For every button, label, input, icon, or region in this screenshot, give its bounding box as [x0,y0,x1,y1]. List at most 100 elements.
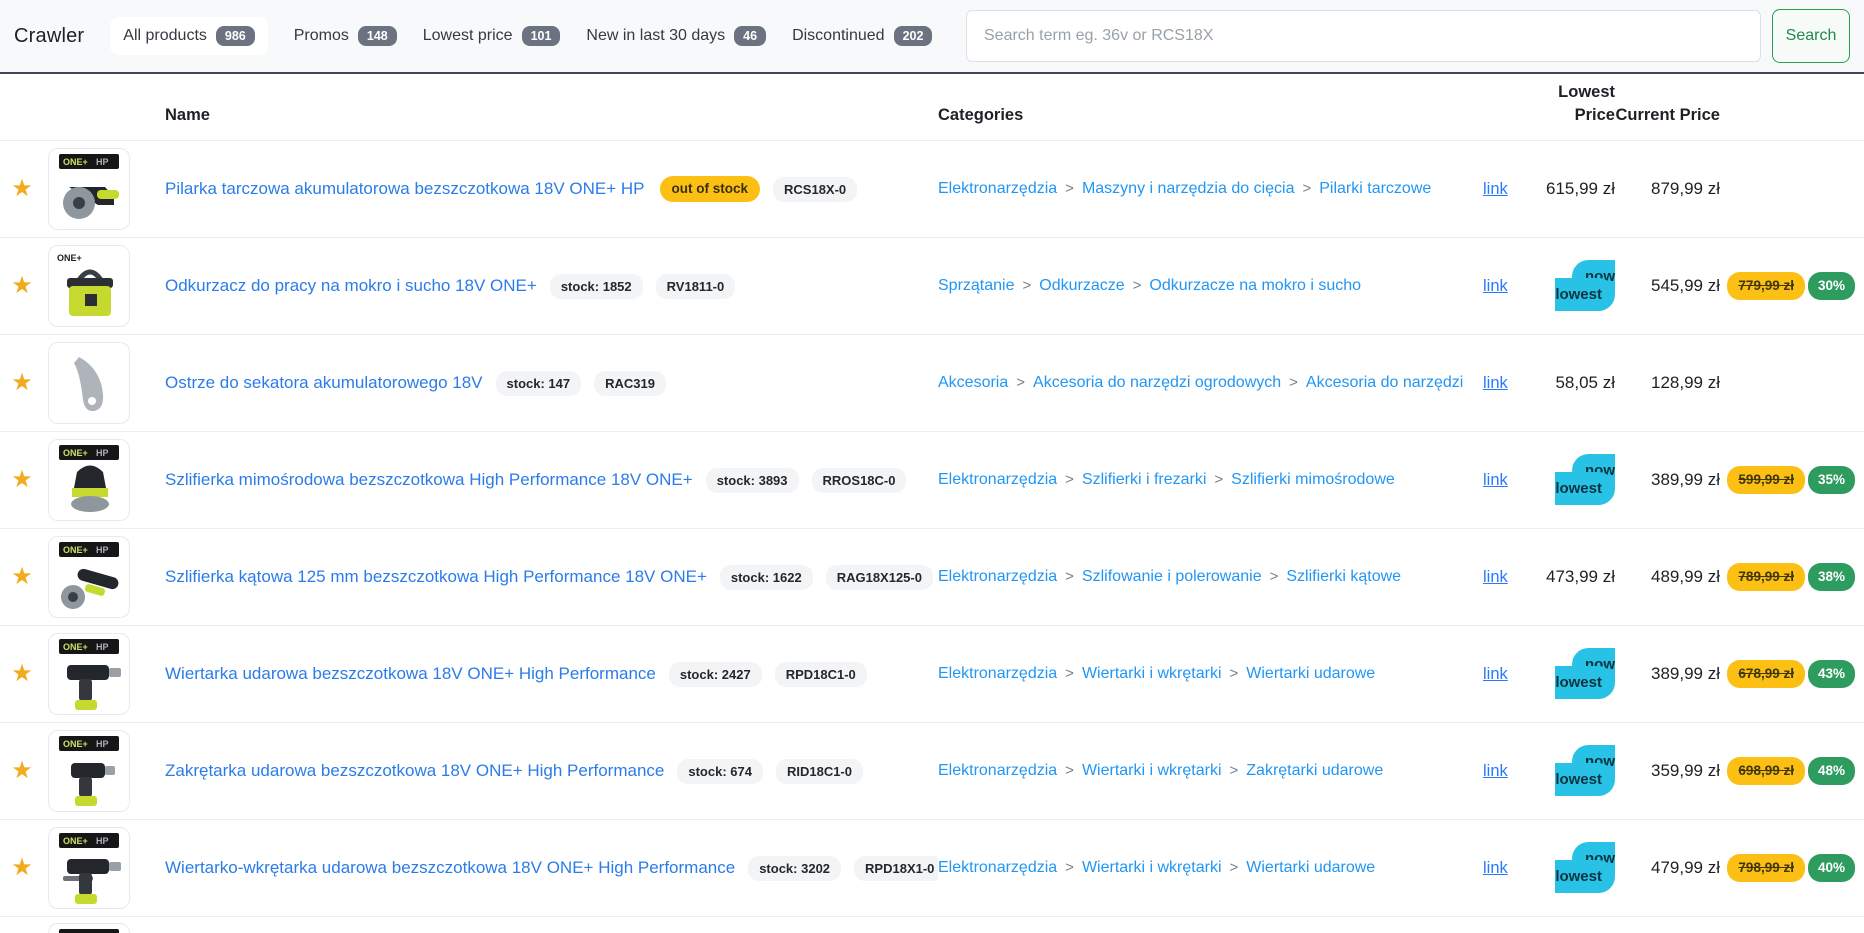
product-name-link[interactable]: Odkurzacz do pracy na mokro i sucho 18V … [165,276,537,296]
favorite-star-icon[interactable]: ★ [11,563,33,590]
favorite-star-icon[interactable]: ★ [11,272,33,299]
svg-text:HP: HP [96,739,109,749]
product-link[interactable]: link [1483,374,1508,392]
product-name-link[interactable]: Ostrze do sekatora akumulatorowego 18V [165,373,483,393]
discount-badge: 48% [1808,757,1855,785]
promo-cell: 779,99 zł 30% [1720,272,1855,300]
tab-label: Discontinued [792,27,885,45]
stock-badge: stock: 3202 [748,856,841,881]
current-price: 359,99 zł [1651,761,1720,780]
favorite-star-icon[interactable]: ★ [11,660,33,687]
product-link[interactable]: link [1483,180,1508,198]
category-link[interactable]: Akcesoria do narzędzi [1306,374,1463,391]
old-price-badge: 779,99 zł [1727,272,1805,300]
category-link[interactable]: Wiertarki i wkrętarki [1082,762,1222,779]
search-button[interactable]: Search [1772,9,1850,63]
category-link[interactable]: Elektronarzędzia [938,762,1057,779]
category-link[interactable]: Elektronarzędzia [938,859,1057,876]
category-link[interactable]: Sprzątanie [938,277,1015,294]
category-link[interactable]: Akcesoria [938,374,1008,391]
breadcrumb-separator: > [1270,568,1279,585]
category-breadcrumb: Elektronarzędzia>Wiertarki i wkrętarki>Z… [938,762,1483,780]
category-link[interactable]: Szlifierki kątowe [1286,568,1401,585]
lowest-price-cell: 615,99 zł [1535,179,1615,199]
category-link[interactable]: Szlifierki mimośrodowe [1231,471,1395,488]
product-link[interactable]: link [1483,859,1508,877]
svg-text:ONE+: ONE+ [63,836,88,846]
tab-new-in-last-30-days[interactable]: New in last 30 days46 [586,26,766,47]
category-link[interactable]: Elektronarzędzia [938,665,1057,682]
stock-badge: stock: 674 [677,759,763,784]
tab-count-badge: 986 [216,26,255,47]
lowest-price-cell: now lowest [1535,656,1615,692]
old-price-badge: 698,99 zł [1727,757,1805,785]
discount-badge: 30% [1808,272,1855,300]
current-price: 879,99 zł [1651,179,1720,198]
tab-promos[interactable]: Promos148 [294,26,397,47]
product-image-drill-driver: ONE+HP [48,827,130,909]
category-breadcrumb: Elektronarzędzia>Wiertarki i wkrętarki>W… [938,859,1483,877]
favorite-star-icon[interactable]: ★ [11,466,33,493]
product-name-link[interactable]: Szlifierka kątowa 125 mm bezszczotkowa H… [165,567,707,587]
product-link[interactable]: link [1483,762,1508,780]
category-link[interactable]: Maszyny i narzędzia do cięcia [1082,180,1295,197]
favorite-star-icon[interactable]: ★ [11,369,33,396]
lowest-price: 473,99 zł [1546,567,1615,586]
category-link[interactable]: Zakrętarki udarowe [1246,762,1383,779]
tab-label: New in last 30 days [586,27,725,45]
breadcrumb-separator: > [1302,180,1311,197]
column-header-current-price: Current Price [1615,104,1720,127]
category-link[interactable]: Elektronarzędzia [938,180,1057,197]
product-link[interactable]: link [1483,471,1508,489]
current-price: 489,99 zł [1651,567,1720,586]
product-name-link[interactable]: Szlifierka mimośrodowa bezszczotkowa Hig… [165,470,693,490]
breadcrumb-separator: > [1065,180,1074,197]
sku-badge: RPD18X1-0 [854,856,938,881]
current-price: 128,99 zł [1651,373,1720,392]
category-link[interactable]: Elektronarzędzia [938,568,1057,585]
product-name-link[interactable]: Zakrętarka udarowa bezszczotkowa 18V ONE… [165,761,664,781]
favorite-star-icon[interactable]: ★ [11,854,33,881]
category-link[interactable]: Wiertarki i wkrętarki [1082,665,1222,682]
category-link[interactable]: Pilarki tarczowe [1319,180,1431,197]
product-name-link[interactable]: Wiertarko-wkrętarka udarowa bezszczotkow… [165,858,735,878]
breadcrumb-separator: > [1214,471,1223,488]
sku-badge: RCS18X-0 [773,177,857,202]
category-link[interactable]: Szlifierki i frezarki [1082,471,1206,488]
category-breadcrumb: Sprzątanie>Odkurzacze>Odkurzacze na mokr… [938,277,1483,295]
old-price-badge: 798,99 zł [1727,854,1805,882]
category-link[interactable]: Wiertarki udarowe [1246,665,1375,682]
table-row: ★ ONE+HP Wiertarko-wkrętarka udarowa bez… [0,819,1864,916]
current-price: 545,99 zł [1651,276,1720,295]
favorite-star-icon[interactable]: ★ [11,175,33,202]
category-link[interactable]: Wiertarki udarowe [1246,859,1375,876]
tab-all-products[interactable]: All products986 [110,17,267,56]
product-link[interactable]: link [1483,568,1508,586]
product-name-link[interactable]: Wiertarka udarowa bezszczotkowa 18V ONE+… [165,664,656,684]
category-link[interactable]: Odkurzacze na mokro i sucho [1149,277,1361,294]
tab-lowest-price[interactable]: Lowest price101 [423,26,561,47]
lowest-price-cell: 58,05 zł [1535,373,1615,393]
product-link[interactable]: link [1483,277,1508,295]
category-link[interactable]: Akcesoria do narzędzi ogrodowych [1033,374,1281,391]
category-link[interactable]: Wiertarki i wkrętarki [1082,859,1222,876]
category-link[interactable]: Elektronarzędzia [938,471,1057,488]
favorite-star-icon[interactable]: ★ [11,757,33,784]
table-row: ★ ONE+HP Szlifierka kątowa 125 mm bezszc… [0,528,1864,625]
tab-discontinued[interactable]: Discontinued202 [792,26,932,47]
product-name-link[interactable]: Pilarka tarczowa akumulatorowa bezszczot… [165,179,645,199]
table-row: ★ ONE+HP Szlifierka mimośrodowa bezszczo… [0,431,1864,528]
product-link[interactable]: link [1483,665,1508,683]
category-link[interactable]: Szlifowanie i polerowanie [1082,568,1262,585]
category-link[interactable]: Odkurzacze [1039,277,1124,294]
old-price-badge: 599,99 zł [1727,466,1805,494]
svg-text:ONE+: ONE+ [63,157,88,167]
now-lowest-badge: now lowest [1555,454,1615,505]
discount-badge: 35% [1808,466,1855,494]
stock-badge: stock: 1852 [550,274,643,299]
breadcrumb-separator: > [1065,762,1074,779]
category-breadcrumb: Akcesoria>Akcesoria do narzędzi ogrodowy… [938,374,1483,392]
search-input[interactable] [966,10,1761,62]
stock-badge: stock: 3893 [706,468,799,493]
category-breadcrumb: Elektronarzędzia>Szlifierki i frezarki>S… [938,471,1483,489]
